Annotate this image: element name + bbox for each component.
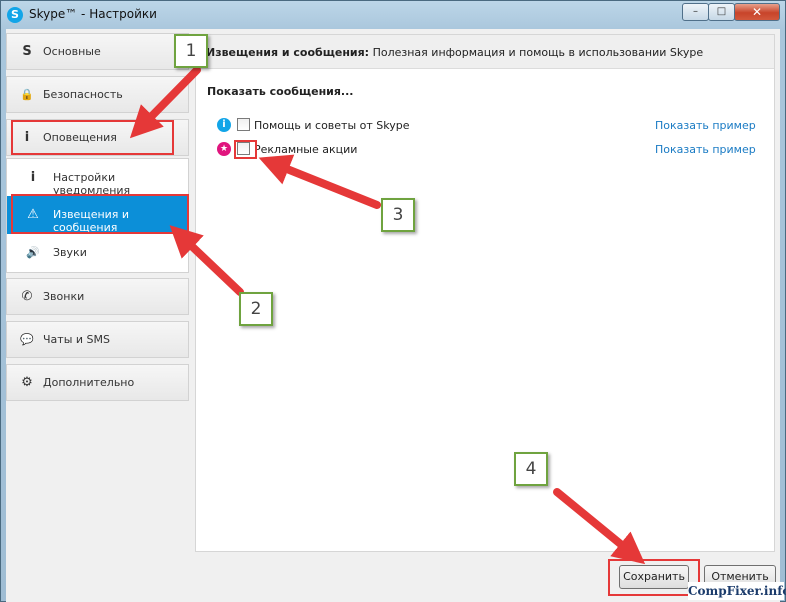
sidebar-subitem-sounds[interactable]: 🔊 Звуки [7,234,188,272]
sidebar-item-label: Основные [43,45,101,58]
sidebar-item-label: Безопасность [43,88,123,101]
notifications-subgroup: i Настройки уведомления ⚠ Извещения и со… [6,158,189,273]
close-button[interactable]: ✕ [734,3,780,21]
warning-icon: ⚠ [27,207,39,222]
lock-icon: 🔒 [20,88,34,101]
section-title: Показать сообщения... [207,85,354,98]
sidebar-item-notifications[interactable]: i Оповещения [6,119,189,156]
star-icon: ★ [217,142,231,156]
title-bar[interactable]: S Skype™ - Настройки – □ ✕ [1,1,786,29]
panel-header: Извещения и сообщения: Полезная информац… [196,35,774,69]
sidebar-subitem-label: Извещения и сообщения [53,208,130,234]
phone-icon: ✆ [21,289,33,304]
info-icon: i [217,118,231,132]
annotation-label-4: 4 [514,452,548,486]
sidebar-item-chats-sms[interactable]: 💬 Чаты и SMS [6,321,189,358]
content-panel: Извещения и сообщения: Полезная информац… [195,34,775,552]
option-label: Рекламные акции [254,143,358,156]
panel-header-text: Извещения и сообщения: Полезная информац… [206,46,703,59]
sidebar-item-calls[interactable]: ✆ Звонки [6,278,189,315]
sidebar-item-label: Чаты и SMS [43,333,110,346]
skype-icon: S [22,44,32,59]
panel-header-description: Полезная информация и помощь в использов… [372,46,704,59]
maximize-button[interactable]: □ [708,3,735,21]
sidebar-subitem-alerts-messages[interactable]: ⚠ Извещения и сообщения [7,196,188,234]
window-title: Skype™ - Настройки [29,7,157,21]
gear-icon: ⚙ [21,375,33,390]
panel-header-title: Извещения и сообщения: [206,46,370,59]
help-tips-checkbox[interactable] [237,118,250,131]
sidebar-subitem-notification-settings[interactable]: i Настройки уведомления [7,159,188,197]
option-help-tips: i Помощь и советы от Skype Показать прим… [196,116,774,136]
promotions-checkbox[interactable] [237,142,250,155]
sidebar-item-label: Оповещения [43,131,117,144]
show-example-link[interactable]: Показать пример [655,119,756,132]
save-button[interactable]: Сохранить [619,565,689,589]
annotation-label-3: 3 [381,198,415,232]
info-icon: i [24,130,30,145]
sidebar-subitem-label: Звуки [53,246,87,259]
sidebar-item-general[interactable]: S Основные [6,33,189,70]
sidebar-item-label: Дополнительно [43,376,135,389]
option-promotions: ★ Рекламные акции Показать пример [196,140,774,160]
sidebar-subitem-label: Настройки уведомления [53,171,131,197]
option-label: Помощь и советы от Skype [254,119,410,132]
sidebar-item-label: Звонки [43,290,85,303]
sidebar-item-security[interactable]: 🔒 Безопасность [6,76,189,113]
annotation-label-1: 1 [174,34,208,68]
watermark: CompFixer.info [688,582,786,600]
show-example-link[interactable]: Показать пример [655,143,756,156]
sidebar-item-advanced[interactable]: ⚙ Дополнительно [6,364,189,401]
chat-icon: 💬 [20,333,34,346]
annotation-label-2: 2 [239,292,273,326]
minimize-button[interactable]: – [682,3,709,21]
skype-icon: S [7,7,23,23]
info-icon: i [30,170,36,185]
speaker-icon: 🔊 [26,246,40,259]
